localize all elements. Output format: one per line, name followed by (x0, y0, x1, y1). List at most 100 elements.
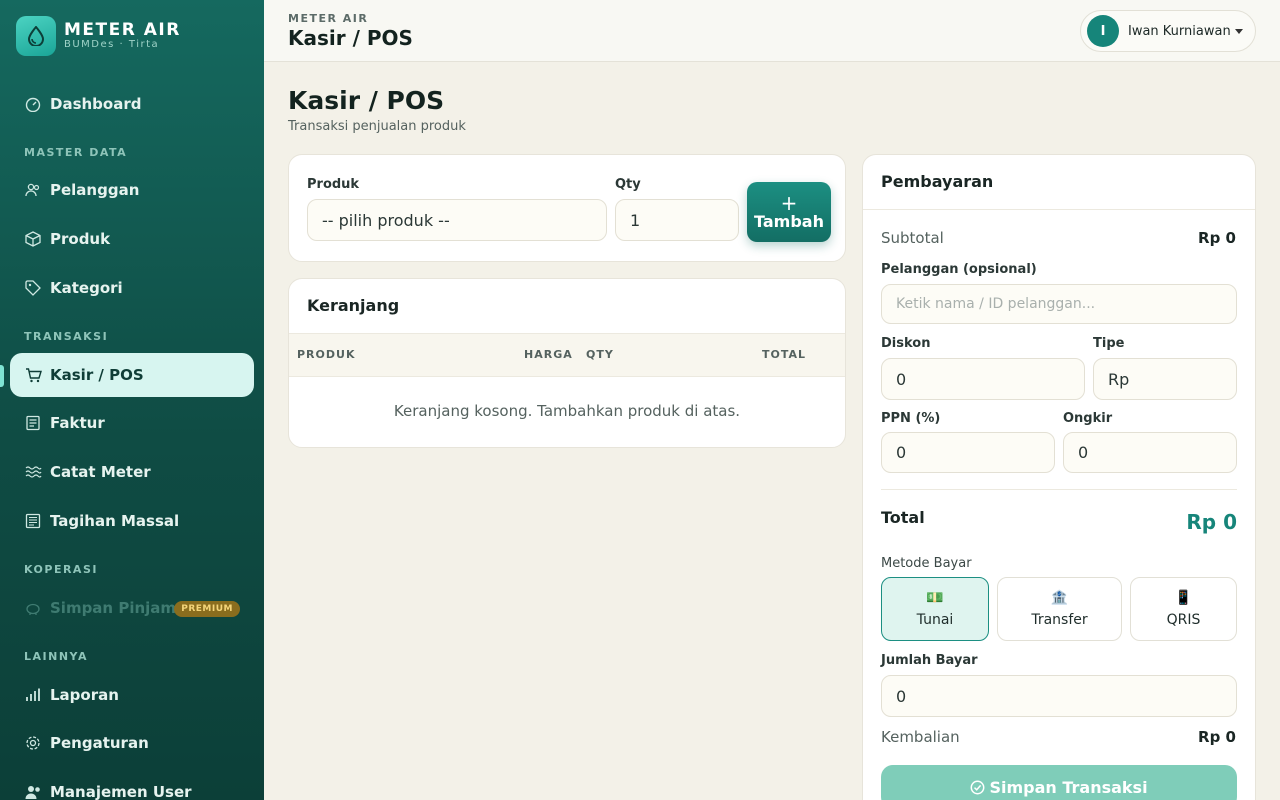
qty-input[interactable]: 1 (615, 199, 739, 241)
ongkir-input[interactable]: 0 (1063, 432, 1237, 473)
sidebar-item-label: Manajemen User (50, 783, 192, 800)
page-subtitle: Transaksi penjualan produk (288, 119, 466, 134)
user-group-icon (24, 783, 42, 800)
cart-icon (24, 366, 42, 384)
cash-icon: 💵 (926, 590, 944, 606)
sidebar-item-label: Produk (50, 230, 111, 248)
total-value: Rp 0 (1186, 510, 1237, 534)
sidebar: METER AIR BUMDes · Tirta Dashboard MASTE… (0, 0, 264, 800)
ppn-input[interactable]: 0 (881, 432, 1055, 473)
sidebar-item-kasir[interactable]: Kasir / POS (10, 353, 254, 397)
sidebar-item-label: Kategori (50, 279, 123, 297)
discount-input[interactable]: 0 (881, 358, 1085, 400)
brand-subtitle: BUMDes · Tirta (64, 39, 160, 50)
brand[interactable]: METER AIR BUMDes · Tirta (16, 16, 181, 56)
premium-badge: PREMIUM (174, 601, 240, 617)
sidebar-item-pelanggan[interactable]: Pelanggan (10, 168, 254, 212)
payment-method-label: Transfer (1031, 612, 1088, 628)
water-drop-icon (16, 16, 56, 56)
subtotal-value: Rp 0 (1198, 229, 1236, 247)
sidebar-item-label: Simpan Pinjam (50, 599, 177, 617)
section-label-lainnya: LAINNYA (24, 650, 88, 663)
customer-label: Pelanggan (opsional) (881, 262, 1037, 277)
sidebar-item-dashboard[interactable]: Dashboard (10, 82, 254, 126)
sidebar-item-laporan[interactable]: Laporan (10, 673, 254, 717)
piggy-bank-icon (24, 599, 42, 617)
phone-icon: 📱 (1174, 590, 1193, 606)
product-select[interactable]: -- pilih produk -- (307, 199, 607, 241)
product-label: Produk (307, 177, 360, 192)
ongkir-label: Ongkir (1063, 411, 1113, 426)
sidebar-item-label: Laporan (50, 686, 119, 704)
total-label: Total (881, 508, 925, 527)
ppn-label: PPN (%) (881, 411, 941, 426)
sidebar-item-label: Dashboard (50, 95, 142, 113)
amount-label: Jumlah Bayar (881, 653, 978, 668)
sidebar-item-label: Catat Meter (50, 463, 151, 481)
change-label: Kembalian (881, 728, 960, 746)
sidebar-item-label: Kasir / POS (50, 366, 144, 384)
payment-method-label: QRIS (1166, 612, 1201, 628)
avatar: I (1087, 15, 1119, 47)
column-header-total: TOTAL (762, 348, 807, 361)
plus-icon: + (780, 190, 798, 215)
subtotal-label: Subtotal (881, 229, 944, 247)
sidebar-item-tagihan-massal[interactable]: Tagihan Massal (10, 499, 254, 543)
waves-icon (24, 463, 42, 481)
bills-icon (24, 512, 42, 530)
section-label-master: MASTER DATA (24, 146, 128, 159)
chevron-down-icon (1235, 29, 1243, 34)
column-header-qty: QTY (586, 348, 614, 361)
invoice-icon (24, 414, 42, 432)
change-value: Rp 0 (1198, 728, 1236, 746)
tag-icon (24, 279, 42, 297)
sidebar-item-kategori[interactable]: Kategori (10, 266, 254, 310)
bar-chart-icon (24, 686, 42, 704)
users-icon (24, 181, 42, 199)
page-title: Kasir / POS (288, 86, 445, 115)
save-transaction-button[interactable]: Simpan Transaksi (881, 765, 1237, 800)
sidebar-item-label: Pelanggan (50, 181, 140, 199)
customer-input[interactable]: Ketik nama / ID pelanggan... (881, 284, 1237, 324)
section-label-transaksi: TRANSAKSI (24, 330, 109, 343)
payment-method-transfer[interactable]: 🏦 Transfer (997, 577, 1122, 641)
column-header-harga: HARGA (524, 348, 573, 361)
type-label: Tipe (1093, 336, 1125, 351)
qty-label: Qty (615, 177, 641, 192)
payment-method-tunai[interactable]: 💵 Tunai (881, 577, 989, 641)
bank-icon: 🏦 (1050, 590, 1069, 606)
payment-method-label: Tunai (916, 612, 954, 628)
sidebar-item-catat-meter[interactable]: Catat Meter (10, 450, 254, 494)
brand-title: METER AIR (64, 20, 181, 40)
sidebar-item-label: Pengaturan (50, 734, 149, 752)
user-menu[interactable]: I Iwan Kurniawan (1080, 10, 1256, 52)
cart-title: Keranjang (307, 296, 400, 315)
sidebar-item-manajemen-user[interactable]: Manajemen User (10, 770, 254, 800)
section-label-koperasi: KOPERASI (24, 563, 98, 576)
check-circle-icon (970, 780, 985, 795)
sidebar-item-label: Faktur (50, 414, 105, 432)
header-title: Kasir / POS (288, 26, 413, 50)
discount-label: Diskon (881, 336, 931, 351)
save-button-label: Simpan Transaksi (989, 777, 1148, 797)
method-label: Metode Bayar (881, 556, 972, 571)
user-name: Iwan Kurniawan (1128, 23, 1231, 39)
payment-title: Pembayaran (881, 172, 994, 191)
add-button[interactable]: + Tambah (747, 182, 831, 242)
amount-input[interactable]: 0 (881, 675, 1237, 717)
sidebar-item-faktur[interactable]: Faktur (10, 401, 254, 445)
cart-empty-message: Keranjang kosong. Tambahkan produk di at… (393, 402, 741, 420)
active-indicator (0, 365, 4, 387)
payment-method-qris[interactable]: 📱 QRIS (1130, 577, 1237, 641)
box-icon (24, 230, 42, 248)
type-select[interactable]: Rp (1093, 358, 1237, 400)
breadcrumb: METER AIR (288, 12, 369, 25)
sidebar-item-produk[interactable]: Produk (10, 217, 254, 261)
add-button-label: Tambah (754, 211, 824, 231)
gauge-icon (24, 95, 42, 113)
column-header-produk: PRODUK (297, 348, 356, 361)
sidebar-item-label: Tagihan Massal (50, 512, 180, 530)
gear-icon (24, 734, 42, 752)
top-bar: METER AIR Kasir / POS I Iwan Kurniawan (264, 0, 1280, 62)
sidebar-item-pengaturan[interactable]: Pengaturan (10, 721, 254, 765)
